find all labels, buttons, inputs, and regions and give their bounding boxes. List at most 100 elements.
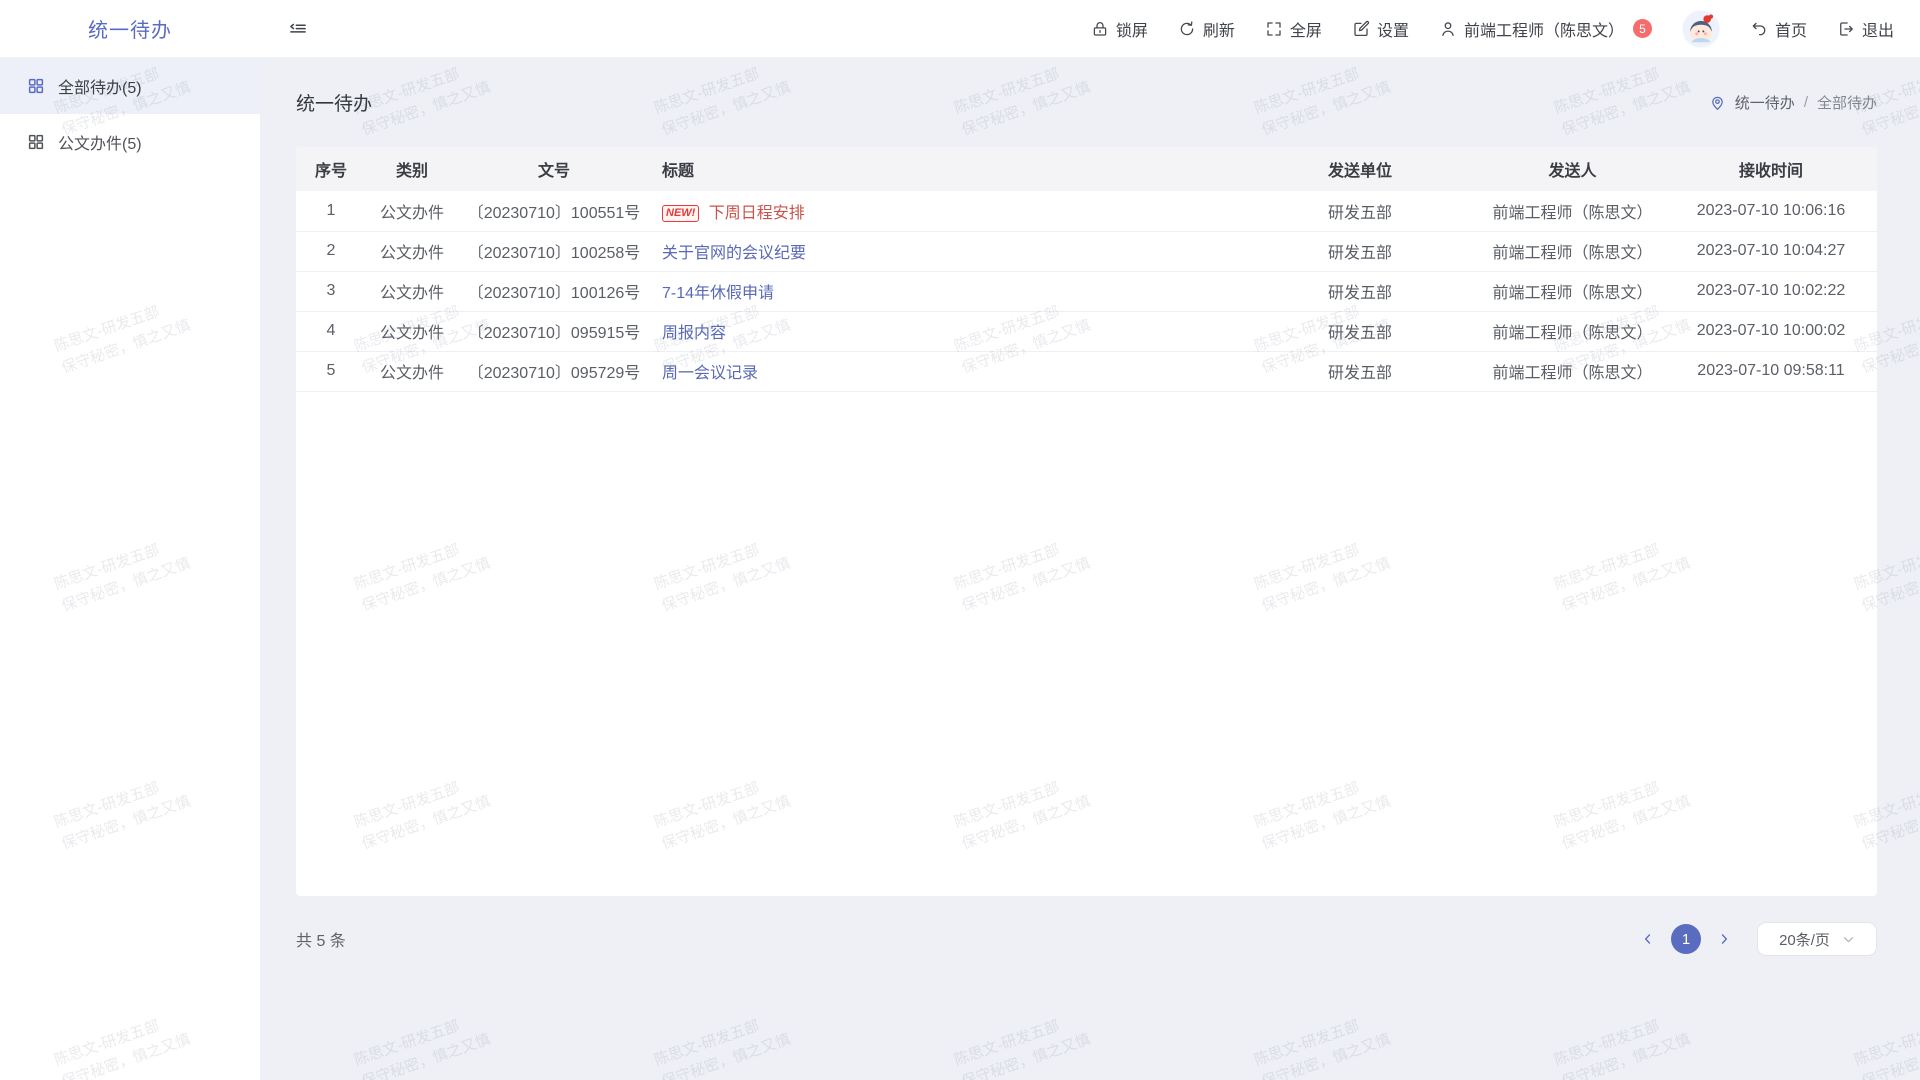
cell-index: 4 [296, 311, 366, 351]
cell-category: 公文办件 [366, 231, 458, 271]
undo-arrow-icon [1750, 20, 1768, 38]
doc-title-link[interactable]: 下周日程安排 [709, 205, 805, 222]
cell-title: 关于官网的会议纪要 [650, 231, 1240, 271]
cell-title: NEW! 下周日程安排 [650, 191, 1240, 231]
cell-category: 公文办件 [366, 271, 458, 311]
doc-title-link[interactable]: 7-14年休假申请 [662, 285, 774, 302]
logout-label: 退出 [1862, 17, 1894, 41]
page-size-value: 20条/页 [1779, 929, 1830, 950]
user-menu[interactable]: 前端工程师（陈思文） 5 [1439, 17, 1652, 41]
cell-title: 周报内容 [650, 311, 1240, 351]
cell-title: 7-14年休假申请 [650, 271, 1240, 311]
home-label: 首页 [1775, 17, 1807, 41]
cell-sender: 前端工程师（陈思文） [1480, 351, 1665, 391]
cell-title: 周一会议记录 [650, 351, 1240, 391]
doc-title-link[interactable]: 周报内容 [662, 325, 726, 342]
table-header-row: 序号 类别 文号 标题 发送单位 发送人 接收时间 [296, 147, 1877, 191]
todo-table-card: 序号 类别 文号 标题 发送单位 发送人 接收时间 1 公文办件 〔202307… [296, 147, 1877, 896]
col-doc-no: 文号 [458, 147, 650, 191]
todo-table: 序号 类别 文号 标题 发送单位 发送人 接收时间 1 公文办件 〔202307… [296, 147, 1877, 392]
table-row: 1 公文办件 〔20230710〕100551号 NEW! 下周日程安排 研发五… [296, 191, 1877, 231]
logout-button[interactable]: 退出 [1837, 17, 1894, 41]
cell-unit: 研发五部 [1240, 231, 1480, 271]
current-page-button[interactable]: 1 [1671, 924, 1701, 954]
table-row: 3 公文办件 〔20230710〕100126号 7-14年休假申请 研发五部 … [296, 271, 1877, 311]
person-icon [1439, 20, 1457, 38]
cell-category: 公文办件 [366, 311, 458, 351]
sidebar-item-label: 公文办件(5) [58, 130, 142, 154]
cell-doc-no: 〔20230710〕100551号 [458, 191, 650, 231]
chevron-down-icon [1842, 933, 1855, 946]
page-head: 统一待办 统一待办 / 全部待办 [296, 58, 1877, 147]
table-row: 4 公文办件 〔20230710〕095915号 周报内容 研发五部 前端工程师… [296, 311, 1877, 351]
page-size-select[interactable]: 20条/页 [1757, 922, 1877, 956]
breadcrumb-separator: / [1804, 94, 1808, 111]
sidebar: 全部待办(5) 公文办件(5) [0, 58, 260, 1080]
cell-doc-no: 〔20230710〕095915号 [458, 311, 650, 351]
cell-time: 2023-07-10 10:04:27 [1665, 231, 1877, 271]
cell-sender: 前端工程师（陈思文） [1480, 231, 1665, 271]
settings-button[interactable]: 设置 [1352, 17, 1409, 41]
breadcrumb-item-current: 全部待办 [1817, 92, 1877, 113]
col-sender: 发送人 [1480, 147, 1665, 191]
app-header: 统一待办 锁屏 [0, 0, 1920, 58]
page-title: 统一待办 [296, 89, 372, 116]
cell-doc-no: 〔20230710〕100126号 [458, 271, 650, 311]
edit-square-icon [1352, 20, 1370, 38]
settings-label: 设置 [1377, 17, 1409, 41]
cell-sender: 前端工程师（陈思文） [1480, 191, 1665, 231]
avatar[interactable] [1682, 10, 1720, 48]
cell-time: 2023-07-10 09:58:11 [1665, 351, 1877, 391]
cell-index: 3 [296, 271, 366, 311]
cell-time: 2023-07-10 10:00:02 [1665, 311, 1877, 351]
lock-icon [1091, 20, 1109, 38]
lock-screen-label: 锁屏 [1116, 17, 1148, 41]
cell-time: 2023-07-10 10:06:16 [1665, 191, 1877, 231]
menu-fold-icon [288, 19, 308, 39]
logo-area: 统一待办 [0, 14, 260, 43]
col-time: 接收时间 [1665, 147, 1877, 191]
doc-title-link[interactable]: 关于官网的会议纪要 [662, 245, 806, 262]
cell-index: 2 [296, 231, 366, 271]
refresh-label: 刷新 [1203, 17, 1235, 41]
col-unit: 发送单位 [1240, 147, 1480, 191]
next-page-button[interactable] [1713, 928, 1735, 950]
cell-index: 5 [296, 351, 366, 391]
grid-icon [27, 77, 45, 95]
table-row: 5 公文办件 〔20230710〕095729号 周一会议记录 研发五部 前端工… [296, 351, 1877, 391]
chevron-left-icon [1641, 932, 1655, 946]
cell-category: 公文办件 [366, 351, 458, 391]
cell-unit: 研发五部 [1240, 311, 1480, 351]
table-footer: 共 5 条 1 20条/页 [296, 922, 1877, 956]
new-badge: NEW! [662, 205, 699, 222]
chevron-right-icon [1717, 932, 1731, 946]
refresh-button[interactable]: 刷新 [1178, 17, 1235, 41]
cell-index: 1 [296, 191, 366, 231]
app-logo[interactable]: 统一待办 [88, 14, 172, 43]
cell-doc-no: 〔20230710〕095729号 [458, 351, 650, 391]
fullscreen-button[interactable]: 全屏 [1265, 17, 1322, 41]
grid-icon [27, 133, 45, 151]
col-category: 类别 [366, 147, 458, 191]
home-button[interactable]: 首页 [1750, 17, 1807, 41]
refresh-icon [1178, 20, 1196, 38]
map-pin-icon [1709, 94, 1726, 111]
cell-time: 2023-07-10 10:02:22 [1665, 271, 1877, 311]
cell-unit: 研发五部 [1240, 351, 1480, 391]
lock-screen-button[interactable]: 锁屏 [1091, 17, 1148, 41]
cell-category: 公文办件 [366, 191, 458, 231]
sidebar-collapse-button[interactable] [288, 19, 308, 39]
breadcrumb: 统一待办 / 全部待办 [1709, 92, 1877, 113]
main-content: 统一待办 统一待办 / 全部待办 序号 类别 文号 [260, 58, 1920, 1080]
table-row: 2 公文办件 〔20230710〕100258号 关于官网的会议纪要 研发五部 … [296, 231, 1877, 271]
sidebar-item-label: 全部待办(5) [58, 74, 142, 98]
sidebar-item-all-todo[interactable]: 全部待办(5) [0, 58, 260, 114]
fullscreen-icon [1265, 20, 1283, 38]
doc-title-link[interactable]: 周一会议记录 [662, 365, 758, 382]
cell-sender: 前端工程师（陈思文） [1480, 311, 1665, 351]
breadcrumb-item[interactable]: 统一待办 [1735, 92, 1795, 113]
pagination: 1 20条/页 [1637, 922, 1877, 956]
sidebar-item-official-doc[interactable]: 公文办件(5) [0, 114, 260, 170]
prev-page-button[interactable] [1637, 928, 1659, 950]
logout-icon [1837, 20, 1855, 38]
